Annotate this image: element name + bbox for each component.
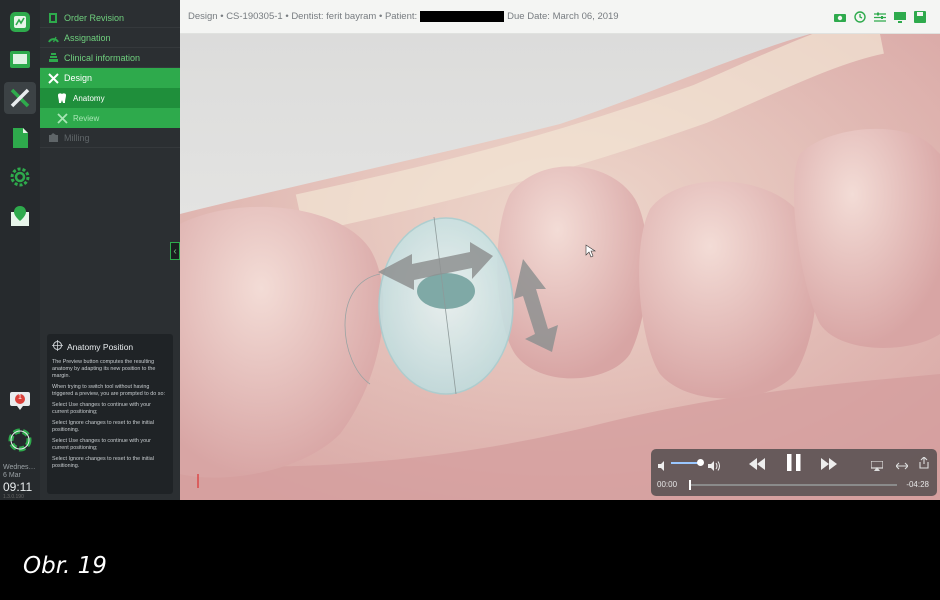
- notification-icon[interactable]: 1: [4, 384, 36, 416]
- help-title: Anatomy Position: [67, 341, 134, 352]
- substep-label: Review: [73, 113, 100, 123]
- dental-scan-render[interactable]: [180, 34, 940, 500]
- stack-icon: [47, 52, 59, 64]
- remaining-time: -04:28: [906, 480, 929, 489]
- step-label: Order Revision: [64, 12, 125, 23]
- share-icon[interactable]: [919, 456, 929, 474]
- airplay-icon[interactable]: [870, 458, 884, 476]
- case-header: Design • CS-190305-1 • Dentist: ferit ba…: [180, 0, 940, 34]
- breadcrumb-step: Design: [188, 11, 218, 22]
- clipboard-icon: [47, 12, 59, 24]
- history-icon[interactable]: [854, 11, 866, 23]
- tooth-middle: [497, 166, 648, 379]
- document-icon[interactable]: [4, 122, 36, 154]
- step-clinical-information[interactable]: Clinical information: [40, 48, 180, 68]
- 3d-viewport[interactable]: [180, 34, 940, 500]
- video-player-controls: 00:00 -04:28: [651, 449, 937, 496]
- help-lifebuoy-icon[interactable]: [4, 424, 36, 456]
- design-tools-icon[interactable]: [4, 82, 36, 114]
- substep-label: Anatomy: [73, 93, 105, 103]
- sliders-icon[interactable]: [874, 11, 886, 23]
- tooth-right: [639, 181, 817, 399]
- chevron-left-icon: ‹: [173, 245, 177, 257]
- review-cross-icon: [56, 112, 68, 124]
- fast-forward-icon[interactable]: [821, 457, 837, 475]
- step-label: Assignation: [64, 32, 111, 43]
- help-paragraph: Select Ignore changes to reset to the in…: [52, 456, 154, 469]
- map-pin-icon[interactable]: [4, 200, 36, 232]
- progress-bar[interactable]: [689, 484, 897, 486]
- milling-icon: [47, 132, 59, 144]
- picture-in-picture-icon[interactable]: [895, 458, 909, 476]
- tooth-icon: [56, 92, 68, 104]
- clock-date: 6 Mar: [3, 472, 21, 479]
- order-form-icon[interactable]: [4, 44, 36, 76]
- step-label: Milling: [64, 132, 90, 143]
- clock-day: Wednes…: [3, 464, 36, 471]
- case-id: CS-190305-1: [226, 11, 283, 22]
- design-cross-icon: [47, 72, 59, 84]
- volume-knob[interactable]: [697, 459, 704, 466]
- anatomy-position-icon: [52, 340, 63, 353]
- step-design[interactable]: Design: [40, 68, 180, 88]
- help-paragraph: When trying to switch tool without havin…: [52, 384, 165, 397]
- step-label: Clinical information: [64, 52, 141, 63]
- icon-rail: 1 Wednes… 6 Mar 09:11 1.3.0.190: [0, 0, 40, 500]
- step-label: Design: [64, 73, 93, 83]
- pause-icon[interactable]: [787, 454, 801, 476]
- figure-caption: Obr. 19: [23, 553, 107, 579]
- help-paragraph: Select Use changes to continue with your…: [52, 438, 151, 451]
- app-version: 1.3.0.190: [3, 494, 24, 500]
- speedometer-icon: [47, 32, 59, 44]
- rewind-icon[interactable]: [749, 457, 765, 475]
- due-date-label: Due Date:: [507, 11, 550, 22]
- clock-widget: Wednes… 6 Mar 09:11 1.3.0.190: [3, 464, 39, 500]
- volume-low-icon[interactable]: [657, 458, 667, 476]
- help-box: Anatomy Position The Preview button comp…: [47, 334, 173, 494]
- monitor-icon[interactable]: [894, 11, 906, 23]
- app-logo-icon[interactable]: [4, 6, 36, 38]
- due-date: March 06, 2019: [552, 11, 619, 22]
- notification-count: 1: [18, 394, 22, 401]
- help-paragraph: Select Use changes to continue with your…: [52, 402, 151, 415]
- header-toolbar: [834, 11, 926, 23]
- dentist-label: Dentist:: [291, 11, 324, 22]
- dentist-name: ferit bayram: [326, 11, 377, 22]
- collapse-panel-button[interactable]: ‹: [170, 242, 180, 260]
- camera-icon[interactable]: [834, 11, 846, 23]
- step-milling: Milling: [40, 128, 180, 148]
- help-paragraph: Select Ignore changes to reset to the in…: [52, 420, 154, 433]
- substep-anatomy[interactable]: Anatomy: [40, 88, 180, 108]
- crown-occlusal: [417, 273, 475, 309]
- volume-high-icon[interactable]: [707, 458, 721, 476]
- elapsed-time: 00:00: [657, 480, 678, 489]
- patient-name-redacted: [420, 11, 505, 22]
- clock-time: 09:11: [3, 480, 33, 494]
- save-icon[interactable]: [914, 11, 926, 23]
- settings-gear-icon[interactable]: [4, 161, 36, 193]
- substep-review[interactable]: Review: [40, 108, 180, 128]
- help-paragraph: The Preview button computes the resultin…: [52, 359, 156, 379]
- progress-playhead[interactable]: [689, 480, 691, 490]
- step-assignation[interactable]: Assignation: [40, 28, 180, 48]
- patient-label: Patient:: [384, 11, 418, 22]
- step-order-revision[interactable]: Order Revision: [40, 8, 180, 28]
